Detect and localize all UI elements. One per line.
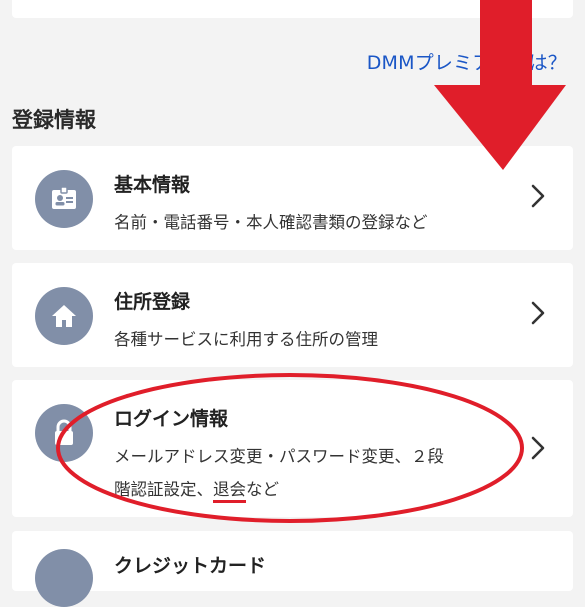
card-icon — [35, 549, 93, 607]
list-item-credit-card[interactable]: クレジットカード — [12, 531, 573, 607]
item-description: メールアドレス変更・パスワード変更、２段 階認証設定、退会など — [114, 440, 504, 506]
chevron-right-icon — [531, 184, 545, 208]
chevron-right-icon — [531, 436, 545, 460]
red-arrow-annotation — [434, 0, 566, 170]
item-description-line1: メールアドレス変更・パスワード変更、２段 — [114, 447, 444, 466]
list-item-address[interactable]: 住所登録 各種サービスに利用する住所の管理 — [12, 263, 573, 367]
item-description-line2: 階認証設定、退会など — [114, 473, 504, 506]
item-description: 名前・電話番号・本人確認書類の登録など — [114, 213, 428, 232]
item-title: クレジットカード — [114, 555, 267, 577]
item-description: 各種サービスに利用する住所の管理 — [114, 330, 378, 349]
item-title: 住所登録 — [114, 291, 191, 313]
desc-suffix: など — [246, 480, 279, 499]
top-partial-card — [12, 0, 573, 18]
lock-icon — [35, 404, 93, 462]
withdraw-highlight: 退会 — [213, 480, 246, 503]
list-item-login-info[interactable]: ログイン情報 メールアドレス変更・パスワード変更、２段 階認証設定、退会など — [12, 380, 573, 517]
list-item-basic-info[interactable]: 基本情報 名前・電話番号・本人確認書類の登録など — [12, 146, 573, 250]
home-icon — [35, 287, 93, 345]
item-title: 基本情報 — [114, 174, 191, 196]
desc-prefix: 階認証設定、 — [114, 480, 213, 499]
dmm-premium-link[interactable]: DMMプレミアムとは？ — [367, 48, 567, 75]
id-card-icon — [35, 170, 93, 228]
section-title: 登録情報 — [12, 108, 96, 132]
item-title: ログイン情報 — [114, 408, 229, 430]
chevron-right-icon — [531, 301, 545, 325]
